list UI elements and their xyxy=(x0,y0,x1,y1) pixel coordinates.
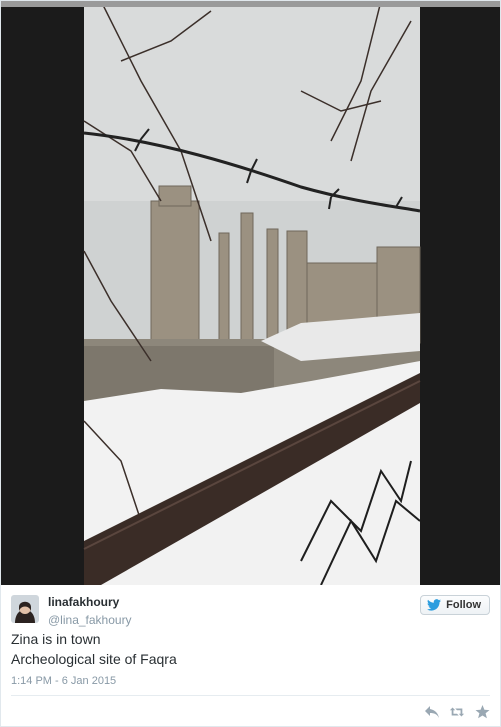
avatar-image xyxy=(11,595,39,623)
star-icon[interactable] xyxy=(474,705,490,719)
photo-image xyxy=(1,1,500,585)
follow-label: Follow xyxy=(446,599,481,611)
tweet-timestamp[interactable]: 1:14 PM - 6 Jan 2015 xyxy=(11,675,116,687)
tweet-text: Zina is in town Archeological site of Fa… xyxy=(11,629,177,669)
avatar[interactable] xyxy=(11,595,39,623)
tweet-actions xyxy=(424,705,490,719)
divider xyxy=(11,695,490,696)
retweet-icon[interactable] xyxy=(449,705,465,719)
author-display-name[interactable]: linafakhoury xyxy=(48,595,119,609)
tweet-card: linafakhoury @lina_fakhoury Follow Zina … xyxy=(0,0,501,727)
reply-icon[interactable] xyxy=(424,705,440,719)
media-top-bar xyxy=(1,1,500,7)
tweet-photo[interactable] xyxy=(1,1,500,585)
tweet-line: Archeological site of Faqra xyxy=(11,651,177,667)
follow-button[interactable]: Follow xyxy=(420,595,490,615)
author-handle[interactable]: @lina_fakhoury xyxy=(48,613,132,627)
tweet-line: Zina is in town xyxy=(11,631,101,647)
twitter-bird-icon xyxy=(427,599,442,611)
